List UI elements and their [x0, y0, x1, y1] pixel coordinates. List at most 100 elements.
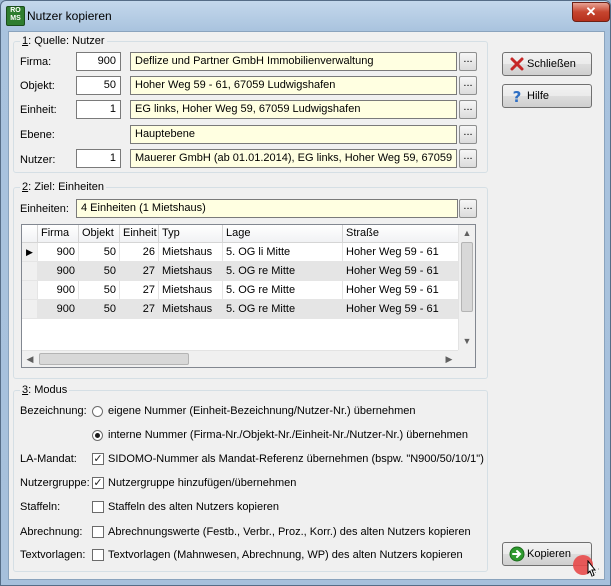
row-indicator	[22, 281, 38, 300]
close-button-label: Schließen	[527, 58, 576, 70]
units-table[interactable]: Firma Objekt Einheit Typ Lage Straße ▶ 9…	[21, 224, 476, 368]
units-browse-button[interactable]: ...	[459, 199, 477, 218]
cell-lage: 5. OG re Mitte	[223, 262, 343, 281]
column-header-firma[interactable]: Firma	[38, 225, 79, 243]
target-legend: 2: Ziel: Einheiten	[22, 181, 104, 193]
cell-strasse: Hoher Weg 59 - 61	[343, 262, 460, 281]
firma-number-input[interactable]: 900	[76, 52, 121, 71]
cell-einheit: 27	[120, 281, 159, 300]
abrechnung-label: Abrechnung:	[20, 526, 83, 538]
vertical-scrollbar[interactable]: ▲ ▼	[458, 225, 475, 350]
svg-text:?: ?	[513, 88, 522, 104]
firma-label: Firma:	[20, 56, 52, 68]
resize-grip-icon[interactable]: ⋰	[591, 566, 603, 578]
close-button[interactable]: Schließen	[502, 52, 592, 76]
copy-button-label: Kopieren	[527, 548, 572, 560]
cell-firma: 900	[38, 300, 79, 319]
horizontal-scrollbar[interactable]: ◀ ▶	[22, 350, 458, 367]
einheit-browse-button[interactable]: ...	[459, 100, 477, 119]
cell-objekt: 50	[79, 281, 120, 300]
cell-typ: Mietshaus	[159, 262, 223, 281]
arrow-right-icon	[509, 546, 525, 562]
textvorlagen-text[interactable]: Textvorlagen (Mahnwesen, Abrechnung, WP)…	[108, 549, 463, 561]
column-header-einheit[interactable]: Einheit	[120, 225, 159, 243]
title-bar[interactable]: RO MS Nutzer kopieren ✕	[1, 1, 610, 31]
staffeln-label: Staffeln:	[20, 501, 61, 513]
nutzer-browse-button[interactable]: ...	[459, 149, 477, 168]
einheit-label: Einheit:	[20, 104, 57, 116]
cell-objekt: 50	[79, 300, 120, 319]
einheit-number-input[interactable]: 1	[76, 100, 121, 119]
textvorlagen-label: Textvorlagen:	[20, 549, 86, 561]
dialog-window: RO MS Nutzer kopieren ✕ 1: Quelle: Nutzer…	[0, 0, 611, 586]
mode-legend: 3: Modus	[22, 384, 68, 396]
nutzergruppe-label: Nutzergruppe:	[20, 477, 90, 489]
scroll-left-icon[interactable]: ◀	[22, 351, 38, 367]
ebene-name-field: Hauptebene	[130, 125, 457, 144]
abrechnung-text[interactable]: Abrechnungswerte (Festb., Verbr., Proz.,…	[108, 526, 471, 538]
units-field: 4 Einheiten (1 Mietshaus)	[76, 199, 458, 218]
nutzer-number-input[interactable]: 1	[76, 149, 121, 168]
firma-browse-button[interactable]: ...	[459, 52, 477, 71]
radio-own-number[interactable]	[92, 406, 103, 417]
window-title: Nutzer kopieren	[27, 9, 112, 23]
help-question-icon: ?	[513, 88, 522, 104]
cell-einheit: 26	[120, 243, 159, 262]
cell-lage: 5. OG re Mitte	[223, 300, 343, 319]
einheit-name-field: EG links, Hoher Weg 59, 67059 Ludwigshaf…	[130, 100, 457, 119]
row-indicator	[22, 300, 38, 319]
help-button[interactable]: ? Hilfe	[502, 84, 592, 108]
cell-objekt: 50	[79, 262, 120, 281]
objekt-browse-button[interactable]: ...	[459, 76, 477, 95]
cell-strasse: Hoher Weg 59 - 61	[343, 243, 460, 262]
objekt-number-input[interactable]: 50	[76, 76, 121, 95]
la-mandat-label: LA-Mandat:	[20, 453, 77, 465]
objekt-label: Objekt:	[20, 80, 55, 92]
nutzergruppe-text[interactable]: Nutzergruppe hinzufügen/übernehmen	[108, 477, 296, 489]
column-header-strasse[interactable]: Straße	[343, 225, 460, 243]
objekt-name-field: Hoher Weg 59 - 61, 67059 Ludwigshafen	[130, 76, 457, 95]
column-header-lage[interactable]: Lage	[223, 225, 343, 243]
scroll-up-icon[interactable]: ▲	[459, 225, 475, 241]
cell-lage: 5. OG re Mitte	[223, 281, 343, 300]
source-legend: 1: Quelle: Nutzer	[22, 35, 105, 47]
radio-internal-number-label[interactable]: interne Nummer (Firma-Nr./Objekt-Nr./Ein…	[108, 429, 468, 441]
cell-einheit: 27	[120, 300, 159, 319]
dialog-client: 1: Quelle: Nutzer Firma: 900 Deflize und…	[8, 31, 605, 580]
staffeln-checkbox[interactable]	[92, 501, 104, 513]
row-indicator	[22, 262, 38, 281]
la-mandat-text[interactable]: SIDOMO-Nummer als Mandat-Referenz überne…	[108, 453, 484, 465]
units-label: Einheiten:	[20, 203, 69, 215]
scroll-right-icon[interactable]: ▶	[441, 351, 457, 367]
help-button-label: Hilfe	[527, 90, 550, 102]
cell-typ: Mietshaus	[159, 300, 223, 319]
column-header-objekt[interactable]: Objekt	[79, 225, 120, 243]
cell-firma: 900	[38, 262, 79, 281]
cell-typ: Mietshaus	[159, 281, 223, 300]
cell-firma: 900	[38, 243, 79, 262]
cell-typ: Mietshaus	[159, 243, 223, 262]
vertical-scroll-thumb[interactable]	[461, 242, 473, 312]
cell-strasse: Hoher Weg 59 - 61	[343, 300, 460, 319]
staffeln-text[interactable]: Staffeln des alten Nutzers kopieren	[108, 501, 279, 513]
cell-firma: 900	[38, 281, 79, 300]
window-close-button[interactable]: ✕	[572, 2, 610, 22]
horizontal-scroll-thumb[interactable]	[39, 353, 189, 365]
abrechnung-checkbox[interactable]	[92, 526, 104, 538]
nutzergruppe-checkbox[interactable]: ✓	[92, 477, 104, 489]
firma-name-field: Deflize und Partner GmbH Immobilienverwa…	[130, 52, 457, 71]
scroll-down-icon[interactable]: ▼	[459, 333, 475, 349]
cell-lage: 5. OG li Mitte	[223, 243, 343, 262]
nutzer-name-field: Mauerer GmbH (ab 01.01.2014), EG links, …	[130, 149, 457, 168]
app-icon: RO MS	[6, 6, 25, 26]
bezeichnung-label: Bezeichnung:	[20, 405, 87, 417]
ebene-browse-button[interactable]: ...	[459, 125, 477, 144]
radio-own-number-label[interactable]: eigene Nummer (Einheit-Bezeichnung/Nutze…	[108, 405, 416, 417]
cell-strasse: Hoher Weg 59 - 61	[343, 281, 460, 300]
current-row-indicator: ▶	[22, 243, 38, 262]
textvorlagen-checkbox[interactable]	[92, 549, 104, 561]
column-header-typ[interactable]: Typ	[159, 225, 223, 243]
radio-internal-number[interactable]	[92, 430, 103, 441]
la-mandat-checkbox[interactable]: ✓	[92, 453, 104, 465]
row-indicator-header	[22, 225, 38, 243]
